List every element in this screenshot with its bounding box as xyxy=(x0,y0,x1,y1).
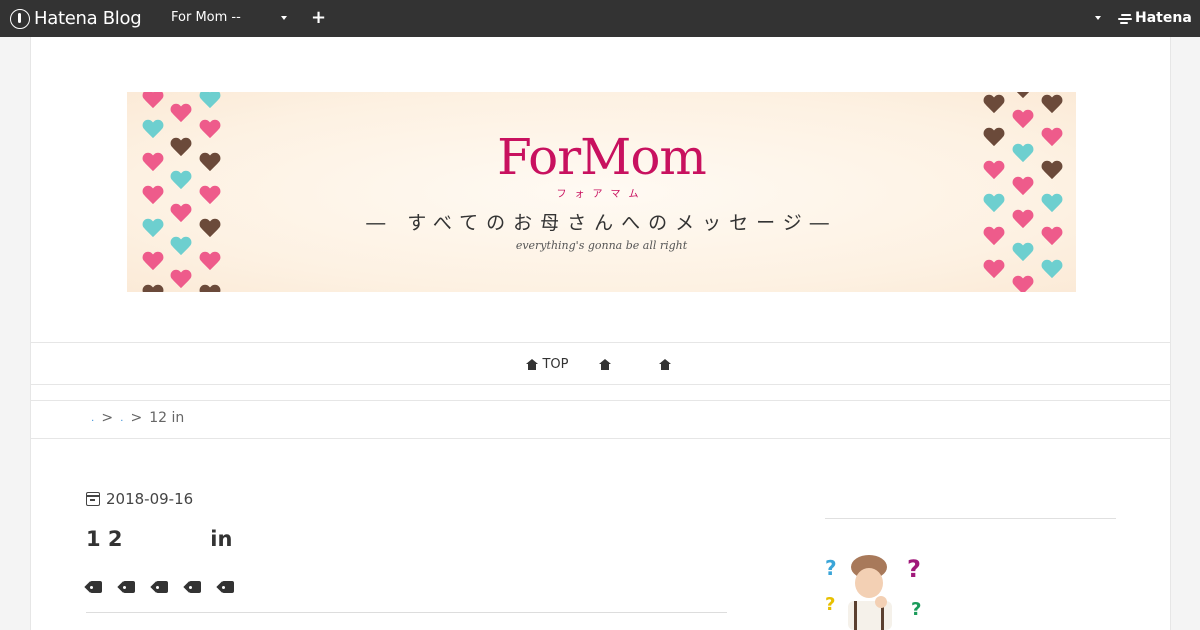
hatena-mark-icon xyxy=(1118,13,1132,24)
divider xyxy=(31,384,1170,385)
nav-item-label: TOP xyxy=(542,356,569,372)
home-icon xyxy=(526,358,539,370)
nav-item-2[interactable] xyxy=(598,358,615,370)
heart-icon xyxy=(199,252,221,272)
breadcrumb: ․ > ․ > 12 in xyxy=(91,410,184,426)
heart-icon xyxy=(1012,92,1034,100)
divider xyxy=(31,438,1170,439)
banner-message: ― すべてのお母さんへのメッセージ― xyxy=(366,212,837,234)
hatena-blog-logo[interactable]: Hatena Blog xyxy=(10,8,142,29)
divider xyxy=(825,518,1116,519)
nav-item-3[interactable] xyxy=(658,358,675,370)
banner-title: ForMom xyxy=(497,128,707,186)
entry-tags xyxy=(86,581,234,593)
heart-icon xyxy=(983,95,1005,115)
home-icon xyxy=(658,358,671,370)
tag-icon[interactable] xyxy=(152,581,168,593)
svg-text:?: ? xyxy=(911,599,921,620)
blog-selector[interactable]: For Mom -- xyxy=(171,10,289,28)
global-nav: TOP xyxy=(31,343,1170,385)
entry-date-text: 2018-09-16 xyxy=(106,490,194,508)
heart-icon xyxy=(983,260,1005,280)
heart-icon xyxy=(170,270,192,290)
svg-text:?: ? xyxy=(825,594,835,615)
calendar-icon xyxy=(86,492,100,506)
tag-icon[interactable] xyxy=(185,581,201,593)
tag-icon[interactable] xyxy=(218,581,234,593)
breadcrumb-separator: > xyxy=(101,410,114,426)
entry-title[interactable]: 1 2 in xyxy=(86,527,232,551)
add-entry-button[interactable]: + xyxy=(311,7,326,28)
breadcrumb-link-home[interactable]: ․ xyxy=(91,413,94,424)
blog-selector-label: For Mom -- xyxy=(171,10,241,25)
heart-icon xyxy=(142,92,164,110)
hatena-topbar: Hatena Blog For Mom -- + Hatena xyxy=(0,0,1200,37)
entry-date[interactable]: 2018-09-16 xyxy=(86,490,193,508)
heart-icon xyxy=(1041,260,1063,280)
nav-item-top[interactable]: TOP xyxy=(526,356,569,372)
tag-icon[interactable] xyxy=(119,581,135,593)
heart-icon xyxy=(170,104,192,124)
divider xyxy=(86,612,727,613)
heart-icon xyxy=(142,285,164,292)
tag-icon[interactable] xyxy=(86,581,102,593)
blog-container: ForMom フォアマム ― すべてのお母さんへのメッセージ― everythi… xyxy=(30,37,1171,630)
heart-icon xyxy=(1041,95,1063,115)
breadcrumb-separator: > xyxy=(130,410,143,426)
banner-subtitle: everything's gonna be all right xyxy=(515,239,688,252)
breadcrumb-current: 12 in xyxy=(149,410,185,426)
heart-icon xyxy=(1012,276,1034,292)
hatena-account-link[interactable]: Hatena xyxy=(1118,10,1192,26)
hatena-account-label: Hatena xyxy=(1135,10,1192,26)
brand-text: Hatena Blog xyxy=(34,8,142,29)
banner-kana: フォアマム xyxy=(556,189,647,200)
hatena-logo-icon xyxy=(10,8,30,29)
caret-down-icon xyxy=(281,16,287,20)
svg-text:?: ? xyxy=(907,555,921,583)
heart-icon xyxy=(199,285,221,292)
home-icon xyxy=(598,358,611,370)
divider xyxy=(31,400,1170,401)
breadcrumb-link-category[interactable]: ․ xyxy=(120,413,123,424)
heart-icon xyxy=(142,252,164,272)
user-menu-caret-icon[interactable] xyxy=(1095,16,1101,20)
heart-icon xyxy=(199,92,221,110)
heart-icon xyxy=(1012,110,1034,130)
profile-image: ? ? ? ? xyxy=(821,547,929,630)
svg-text:?: ? xyxy=(825,556,837,580)
blog-header-banner[interactable]: ForMom フォアマム ― すべてのお母さんへのメッセージ― everythi… xyxy=(127,92,1076,292)
